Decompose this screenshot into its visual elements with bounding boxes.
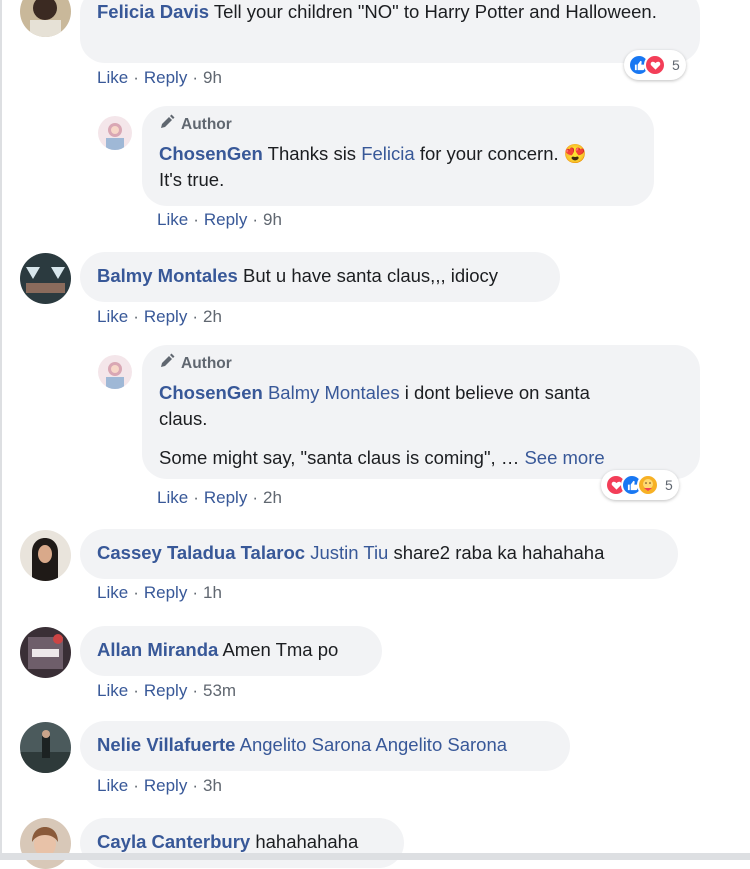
author-badge: Author [159,114,638,135]
comment-author[interactable]: Nelie Villafuerte [97,734,235,755]
reaction-summary[interactable]: 5 [624,50,686,80]
reply-link[interactable]: Reply [204,210,247,229]
timestamp[interactable]: 1h [203,583,222,602]
frame-border-bottom [0,853,750,860]
comment-text: But u have santa claus,,, idiocy [243,265,499,286]
comment-bubble: Allan Miranda Amen Tma po [80,626,382,676]
reply-link[interactable]: Reply [144,776,187,795]
comment-actions: Like · Reply · 1h [97,583,222,602]
avatar[interactable] [20,627,71,678]
avatar[interactable] [20,253,71,304]
comment-actions: Like · Reply · 53m [97,681,237,700]
reply-bubble: Author ChosenGen Thanks sis Felicia for … [142,106,654,206]
author-badge-label: Author [181,115,232,133]
comment-bubble: Cassey Taladua Talaroc Justin Tiu share2… [80,529,678,579]
comment-author[interactable]: Felicia Davis [97,1,209,22]
avatar[interactable] [20,530,71,581]
comment-text: ChosenGen Balmy Montales i dont believe … [159,380,684,432]
comment-text-line2: claus. [159,408,208,429]
like-link[interactable]: Like [97,776,128,795]
reaction-count: 5 [672,57,680,73]
timestamp[interactable]: 53m [203,681,236,700]
avatar[interactable] [20,0,71,37]
comment-bubble: Balmy Montales But u have santa claus,,,… [80,252,560,302]
reaction-summary[interactable]: 5 [601,470,679,500]
timestamp[interactable]: 2h [263,488,282,507]
comment-actions: Like · Reply · 2h [97,307,222,326]
comment-text: Tell your children "NO" to Harry Potter … [213,1,657,22]
timestamp[interactable]: 9h [263,210,282,229]
reply-link[interactable]: Reply [144,307,187,326]
comment-actions: Like · Reply · 3h [97,776,222,795]
reply-bubble: Author ChosenGen Balmy Montales i dont b… [142,345,700,479]
mention-link[interactable]: Angelito Sarona Angelito Sarona [240,734,507,755]
comment-author[interactable]: ChosenGen [159,382,263,403]
reply-link[interactable]: Reply [204,488,247,507]
avatar[interactable] [20,722,71,773]
avatar[interactable] [98,355,132,389]
avatar[interactable] [20,818,71,869]
comment-text-line2: It's true. [159,169,225,190]
comment-bubble: Nelie Villafuerte Angelito Sarona Angeli… [80,721,570,771]
comment-bubble: Cayla Canterbury hahahahaha [80,818,404,868]
pencil-icon [159,353,175,374]
comment-actions: Like · Reply · 2h [157,488,282,507]
author-badge-label: Author [181,354,232,372]
see-more-link[interactable]: See more [524,447,604,468]
comment-text-line3-row: Some might say, "santa claus is coming",… [159,445,684,471]
comment-text-before: Thanks sis [267,143,357,164]
comment-text: share2 raba ka hahahaha [393,542,605,563]
comment-author[interactable]: ChosenGen [159,143,263,164]
timestamp[interactable]: 2h [203,307,222,326]
mention-link[interactable]: Balmy Montales [268,382,400,403]
like-link[interactable]: Like [157,210,188,229]
comment-actions: Like · Reply · 9h [157,210,282,229]
heart-eyes-emoji: 😍 [563,143,587,164]
avatar[interactable] [98,116,132,150]
comment-text: Amen Tma po [222,639,339,660]
comment-text-line3: Some might say, "santa claus is coming",… [159,447,520,468]
comment-text: ChosenGen Thanks sis Felicia for your co… [159,141,638,193]
timestamp[interactable]: 3h [203,776,222,795]
comment-bubble: Felicia Davis Tell your children "NO" to… [80,0,700,63]
reply-link[interactable]: Reply [144,68,187,87]
comment-author[interactable]: Cassey Taladua Talaroc [97,542,305,563]
frame-border-left [0,0,2,860]
comment-actions: Like · Reply · 9h [97,68,222,87]
like-link[interactable]: Like [97,68,128,87]
mention-link[interactable]: Felicia [361,143,414,164]
mention-link[interactable]: Justin Tiu [310,542,388,563]
reply-link[interactable]: Reply [144,681,187,700]
like-link[interactable]: Like [97,583,128,602]
care-icon [637,474,659,496]
reaction-count: 5 [665,477,673,493]
love-icon [644,54,666,76]
like-link[interactable]: Like [157,488,188,507]
comment-text-after: for your concern. [419,143,559,164]
comment-author[interactable]: Allan Miranda [97,639,218,660]
like-link[interactable]: Like [97,307,128,326]
comment-text: hahahahaha [255,831,359,852]
comment-text-after: i dont believe on santa [404,382,590,403]
comment-author[interactable]: Cayla Canterbury [97,831,250,852]
pencil-icon [159,114,175,135]
reply-link[interactable]: Reply [144,583,187,602]
author-badge: Author [159,353,684,374]
like-link[interactable]: Like [97,681,128,700]
timestamp[interactable]: 9h [203,68,222,87]
comment-author[interactable]: Balmy Montales [97,265,238,286]
